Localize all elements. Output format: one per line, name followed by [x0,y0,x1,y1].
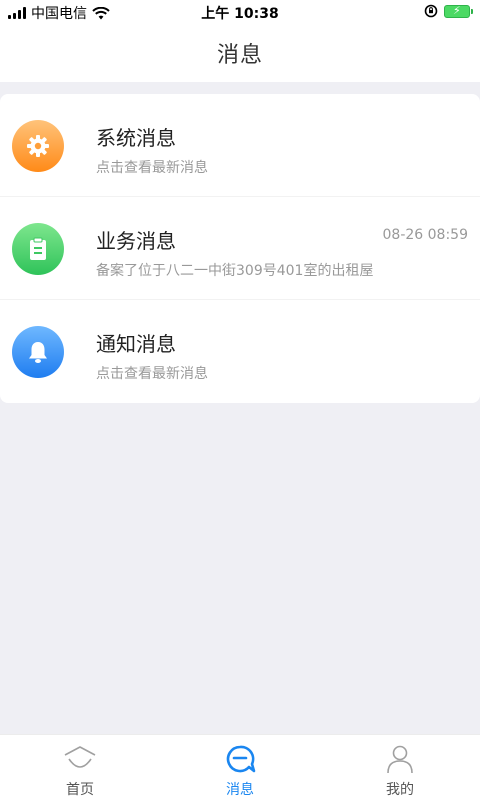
message-time: 08-26 08:59 [382,227,468,243]
home-icon [63,743,97,775]
message-item-notice[interactable]: 通知消息 点击查看最新消息 [0,300,480,403]
tab-home[interactable]: 首页 [0,735,160,800]
clipboard-icon [30,237,46,260]
tab-bar: 首页 消息 我的 [0,734,480,800]
bell-icon [29,342,47,363]
tab-profile[interactable]: 我的 [320,735,480,800]
status-right: ⚡ [424,4,473,18]
nav-header: 消息 [0,24,480,82]
message-title: 系统消息 [96,126,176,150]
rotation-lock-icon [424,4,438,18]
message-icon [223,743,257,775]
message-item-system[interactable]: 系统消息 点击查看最新消息 [0,94,480,197]
gear-icon [27,135,49,157]
message-list: 系统消息 点击查看最新消息 业务消息 08-26 08:59 备案了位于八二一中… [0,94,480,403]
tab-label: 消息 [226,782,254,798]
system-icon-circle [12,120,64,172]
message-item-business[interactable]: 业务消息 08-26 08:59 备案了位于八二一中街309号401室的出租屋 [0,197,480,300]
notice-icon-circle [12,326,64,378]
message-subtitle: 备案了位于八二一中街309号401室的出租屋 [96,263,374,279]
user-icon [385,743,415,775]
status-time: 上午 10:38 [201,6,279,22]
business-icon-circle [12,223,64,275]
status-bar: 中国电信 上午 10:38 ⚡ [0,0,480,24]
tab-messages[interactable]: 消息 [160,735,320,800]
message-subtitle: 点击查看最新消息 [96,160,208,176]
message-title: 业务消息 [96,229,176,253]
tab-label: 首页 [66,782,94,798]
message-subtitle: 点击查看最新消息 [96,366,208,382]
page-title: 消息 [216,43,263,68]
battery-icon: ⚡ [444,4,473,18]
tab-label: 我的 [386,782,414,798]
message-title: 通知消息 [96,332,176,356]
